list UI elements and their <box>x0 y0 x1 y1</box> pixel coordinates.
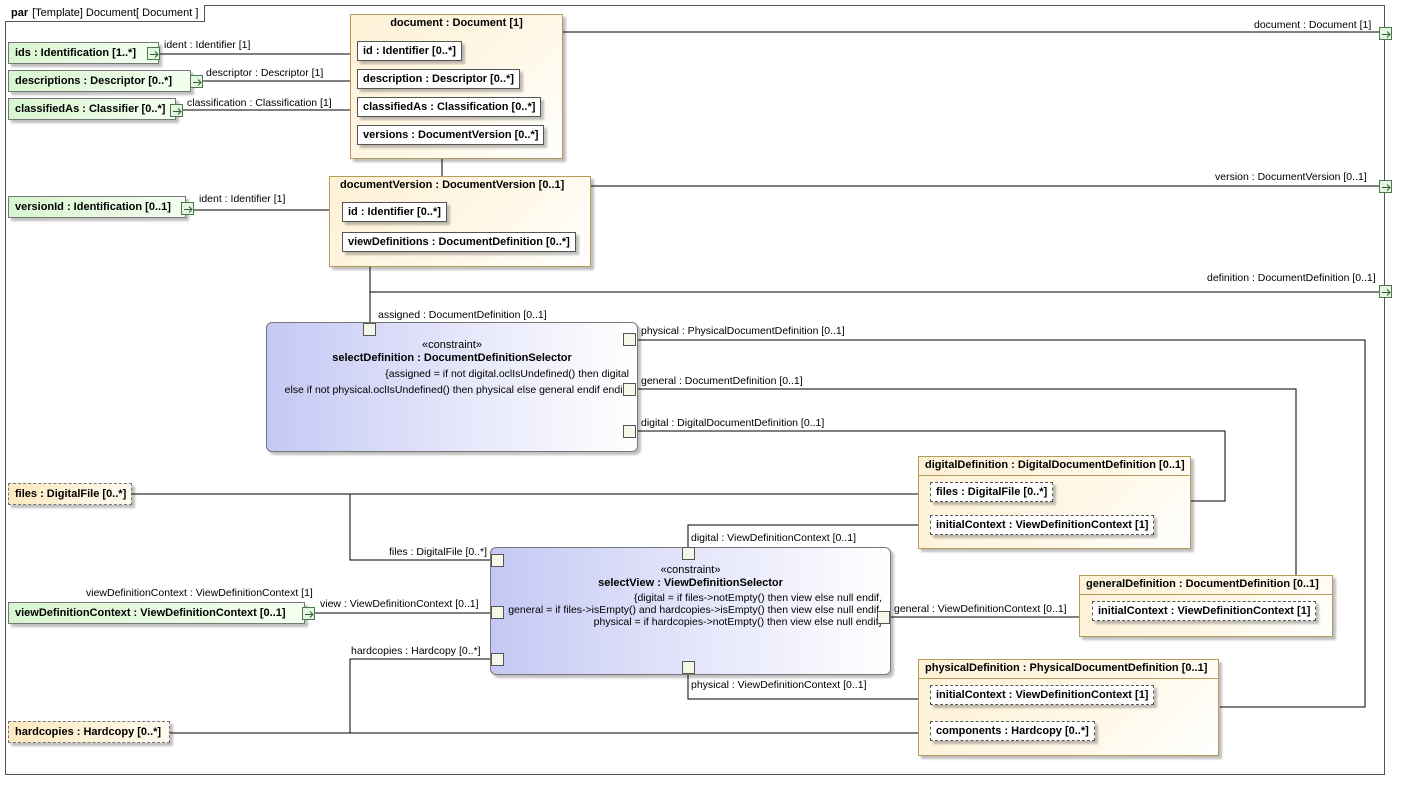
label-assigned: assigned : DocumentDefinition [0..1] <box>378 309 547 321</box>
version-out-port[interactable] <box>1379 180 1392 193</box>
general-initialcontext-part[interactable]: initialContext : ViewDefinitionContext [… <box>1092 601 1317 621</box>
document-description-part[interactable]: description : Descriptor [0..*] <box>357 69 520 89</box>
label-digital-sel: digital : DigitalDocumentDefinition [0..… <box>641 417 825 429</box>
label-vdc-ext: viewDefinitionContext : ViewDefinitionCo… <box>86 587 313 599</box>
physical-definition-part[interactable]: physicalDefinition : PhysicalDocumentDef… <box>918 659 1219 756</box>
wire-hardcopies-sel <box>349 658 491 733</box>
viewdefinitioncontext-port[interactable] <box>302 607 315 620</box>
version-viewdefinitions-part[interactable]: viewDefinitions : DocumentDefinition [0.… <box>342 232 576 252</box>
digital-sel-port[interactable] <box>623 425 636 438</box>
select-view-name: selectView : ViewDefinitionSelector <box>598 577 783 589</box>
select-view-constraint[interactable]: «constraint» selectView : ViewDefinition… <box>490 547 891 675</box>
document-out-port[interactable] <box>1379 27 1392 40</box>
digital-view-port[interactable] <box>682 547 695 560</box>
general-definition-title: generalDefinition : DocumentDefinition [… <box>1080 576 1332 595</box>
label-general-sel: general : DocumentDefinition [0..1] <box>641 375 803 387</box>
select-view-expr2: general = if files->isEmpty() and hardco… <box>508 604 882 616</box>
ids-port[interactable] <box>147 47 160 60</box>
document-id-part[interactable]: id : Identifier [0..*] <box>357 41 462 61</box>
label-general-view: general : ViewDefinitionContext [0..1] <box>894 603 1067 615</box>
select-definition-constraint[interactable]: «constraint» selectDefinition : Document… <box>266 322 638 452</box>
digital-definition-part[interactable]: digitalDefinition : DigitalDocumentDefin… <box>918 456 1191 549</box>
label-classification: classification : Classification [1] <box>187 97 332 109</box>
select-definition-stereotype: «constraint» <box>422 339 482 351</box>
versionid-part[interactable]: versionId : Identification [0..1] <box>8 196 186 218</box>
digital-definition-title: digitalDefinition : DigitalDocumentDefin… <box>919 457 1190 476</box>
document-version-title: documentVersion : DocumentVersion [0..1] <box>340 179 565 191</box>
physical-view-port[interactable] <box>682 661 695 674</box>
viewdefinitioncontext-part[interactable]: viewDefinitionContext : ViewDefinitionCo… <box>8 602 305 624</box>
label-digital-view: digital : ViewDefinitionContext [0..1] <box>691 532 856 544</box>
view-sel-port[interactable] <box>491 606 504 619</box>
descriptions-port[interactable] <box>190 75 203 88</box>
select-definition-name: selectDefinition : DocumentDefinitionSel… <box>332 352 572 364</box>
document-classifiedas-part[interactable]: classifiedAs : Classification [0..*] <box>357 97 542 117</box>
general-sel-port[interactable] <box>623 383 636 396</box>
files-sel-port[interactable] <box>491 554 504 567</box>
select-definition-expr2: else if not physical.oclIsUndefined() th… <box>284 384 629 396</box>
select-definition-expr1: {assigned = if not digital.oclIsUndefine… <box>385 368 629 380</box>
document-title: document : Document [1] <box>390 17 523 29</box>
label-port-version: version : DocumentVersion [0..1] <box>1215 171 1367 183</box>
general-view-port[interactable] <box>877 611 890 624</box>
descriptions-part[interactable]: descriptions : Descriptor [0..*] <box>8 70 191 92</box>
physical-sel-port[interactable] <box>623 333 636 346</box>
versionid-port[interactable] <box>181 202 194 215</box>
digital-initialcontext-part[interactable]: initialContext : ViewDefinitionContext [… <box>930 515 1155 535</box>
label-descriptor: descriptor : Descriptor [1] <box>206 67 324 79</box>
label-port-document: document : Document [1] <box>1254 19 1372 31</box>
classifiedas-port[interactable] <box>170 104 183 117</box>
ids-part[interactable]: ids : Identification [1..*] <box>8 42 159 64</box>
select-view-expr1: {digital = if files->notEmpty() then vie… <box>633 592 882 604</box>
files-part[interactable]: files : DigitalFile [0..*] <box>8 483 132 505</box>
document-versions-part[interactable]: versions : DocumentVersion [0..*] <box>357 125 545 145</box>
assigned-port[interactable] <box>363 323 376 336</box>
label-port-definition: definition : DocumentDefinition [0..1] <box>1207 272 1376 284</box>
select-view-stereotype: «constraint» <box>660 564 721 576</box>
label-view-port: view : ViewDefinitionContext [0..1] <box>320 598 479 610</box>
version-id-part[interactable]: id : Identifier [0..*] <box>342 202 447 222</box>
label-physical-sel: physical : PhysicalDocumentDefinition [0… <box>641 325 845 337</box>
definition-out-port[interactable] <box>1379 285 1392 298</box>
physical-components-part[interactable]: components : Hardcopy [0..*] <box>930 721 1095 741</box>
physical-initialcontext-part[interactable]: initialContext : ViewDefinitionContext [… <box>930 685 1155 705</box>
label-files-port: files : DigitalFile [0..*] <box>389 546 488 558</box>
classifiedas-part[interactable]: classifiedAs : Classifier [0..*] <box>8 98 176 120</box>
label-hardcopies-port: hardcopies : Hardcopy [0..*] <box>351 645 481 657</box>
label-physical-view: physical : ViewDefinitionContext [0..1] <box>691 679 867 691</box>
physical-definition-title: physicalDefinition : PhysicalDocumentDef… <box>919 660 1218 679</box>
label-ident-version: ident : Identifier [1] <box>199 193 286 205</box>
select-view-expr3: physical = if hardcopies->notEmpty() the… <box>593 616 882 628</box>
digital-files-part[interactable]: files : DigitalFile [0..*] <box>930 482 1054 502</box>
hardcopies-part[interactable]: hardcopies : Hardcopy [0..*] <box>8 721 170 743</box>
hardcopies-sel-port[interactable] <box>491 653 504 666</box>
label-ident-ids: ident : Identifier [1] <box>164 39 251 51</box>
